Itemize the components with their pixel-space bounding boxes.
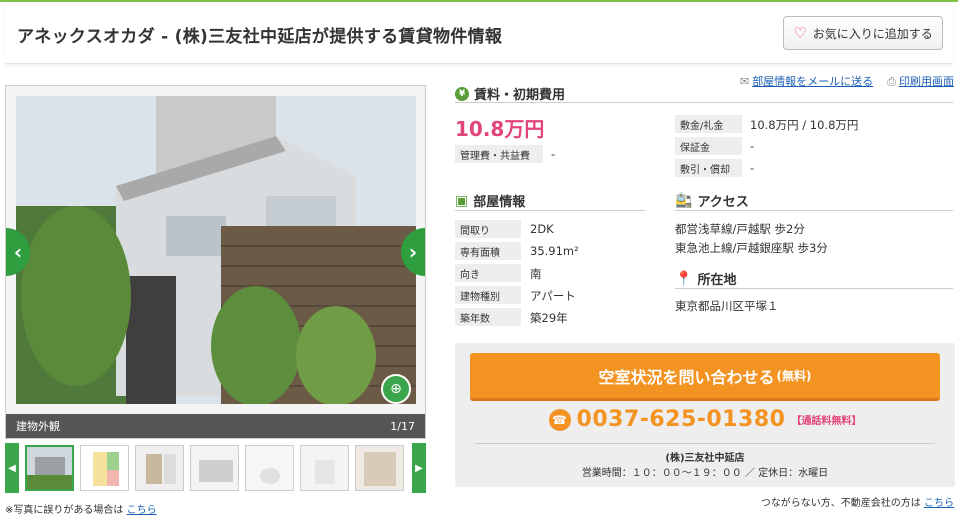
contact-alt-text: つながらない方、不動産会社の方は [760,498,921,509]
location-divider [675,288,953,289]
room-label: 専有面積 [455,242,521,260]
thumbnail-strip: ◀ ▶ [5,443,426,493]
rent-price: 10.8万円 [455,117,545,141]
phone-icon: ☎ [548,408,571,431]
building-photo [16,96,416,404]
room-value: 2DK [530,222,554,236]
guarantee-value: - [750,139,755,153]
room-label: 建物種別 [455,286,521,304]
inquire-button-label: 空室状況を問い合わせる [598,367,775,387]
main-photo[interactable] [16,96,416,404]
fee-label: 管理費・共益費 [455,145,543,163]
photo-caption: 建物外観 [16,420,60,433]
access-line-2: 東急池上線/戸越銀座駅 歩3分 [675,241,828,255]
deposit-label: 敷金/礼金 [675,115,742,133]
heart-icon: ♡ [793,24,807,42]
yen-icon: ¥ [455,86,469,101]
rent-section-title: ¥ 賃料・初期費用 [455,84,565,103]
thumb-prev-button[interactable]: ◀ [5,443,19,493]
guarantee-label: 保証金 [675,137,742,155]
rent-section-label: 賃料・初期費用 [474,88,566,103]
room-section-label: 部屋情報 [473,195,526,210]
room-label: 築年数 [455,308,521,326]
thumbnail-3[interactable] [135,445,184,491]
thumbnail-6[interactable] [300,445,349,491]
inquire-vacancy-button[interactable]: 空室状況を問い合わせる (無料) [470,353,940,401]
photo-error-text: ※写真に誤りがある場合は [5,505,124,516]
thumb-next-button[interactable]: ▶ [412,443,426,493]
room-value: 35.91m² [530,244,579,258]
access-section-label: アクセス [697,195,749,210]
floorplan-icon: ▣ [455,192,469,209]
room-label: 間取り [455,220,521,238]
room-value: 築29年 [530,311,568,325]
phone-row: ☎ 0037-625-01380 【通話料無料】 [455,407,955,432]
shikibiki-label: 敷引・償却 [675,159,742,177]
rent-divider [455,102,953,103]
contact-box: 空室状況を問い合わせる (無料) ☎ 0037-625-01380 【通話料無料】… [455,343,955,487]
inquire-button-suffix: (無料) [776,369,812,383]
train-icon: 🚉 [675,192,693,209]
top-accent-line [0,0,958,2]
deposit-value: 10.8万円 / 10.8万円 [750,118,859,132]
shop-name: (株)三友社中延店 [665,453,745,464]
utility-links: ✉ 部屋情報をメールに送る ⎙ 印刷用画面 [740,73,954,89]
thumbnail-1[interactable] [25,445,74,491]
photo-error-link[interactable]: こちら [127,505,157,516]
contact-alt-note: つながらない方、不動産会社の方は こちら [761,494,954,509]
room-label: 向き [455,264,521,282]
contact-divider [475,443,935,444]
address: 東京都品川区平塚１ [675,299,779,313]
print-icon: ⎙ [887,75,896,88]
thumbnail-4[interactable] [190,445,239,491]
location-section-label: 所在地 [697,273,737,288]
phone-number[interactable]: 0037-625-01380 [577,407,786,432]
room-section-title: ▣ 部屋情報 [455,191,526,211]
access-divider [675,210,953,211]
location-section-title: 📍 所在地 [675,269,737,289]
room-value: 南 [530,267,542,281]
contact-alt-link[interactable]: こちら [924,498,954,509]
access-line-1: 都営浅草線/戸越駅 歩2分 [675,222,805,236]
fee-value: - [551,147,556,161]
map-pin-icon: 📍 [675,270,693,287]
room-value: アパート [530,289,576,303]
photo-gallery: ‹ › ⊕ 建物外観 1/17 [5,85,426,439]
room-divider [455,210,645,211]
zoom-icon[interactable]: ⊕ [381,374,411,404]
access-section-title: 🚉 アクセス [675,191,749,211]
thumbnail-2[interactable] [80,445,129,491]
photo-caption-bar: 建物外観 1/17 [6,414,425,438]
thumbnail-5[interactable] [245,445,294,491]
mail-icon: ✉ [739,75,750,88]
print-link[interactable]: 印刷用画面 [899,75,954,88]
thumbnail-7[interactable] [355,445,404,491]
add-favorite-label: お気に入りに追加する [812,26,933,41]
add-favorite-button[interactable]: ♡ お気に入りに追加する [783,16,943,50]
page-title: アネックスオカダ - (株)三友社中延店が提供する賃貸物件情報 [17,27,503,47]
photo-error-note: ※写真に誤りがある場合は こちら [5,501,157,516]
page-header: アネックスオカダ - (株)三友社中延店が提供する賃貸物件情報 ♡ お気に入りに… [5,4,953,64]
business-hours: 営業時間：１０：００～１９：００ ／ 定休日：水曜日 [581,468,829,479]
photo-counter: 1/17 [390,419,415,433]
shikibiki-value: - [750,161,755,175]
send-mail-link[interactable]: 部屋情報をメールに送る [752,75,873,88]
phone-free-note: 【通話料無料】 [791,416,862,427]
